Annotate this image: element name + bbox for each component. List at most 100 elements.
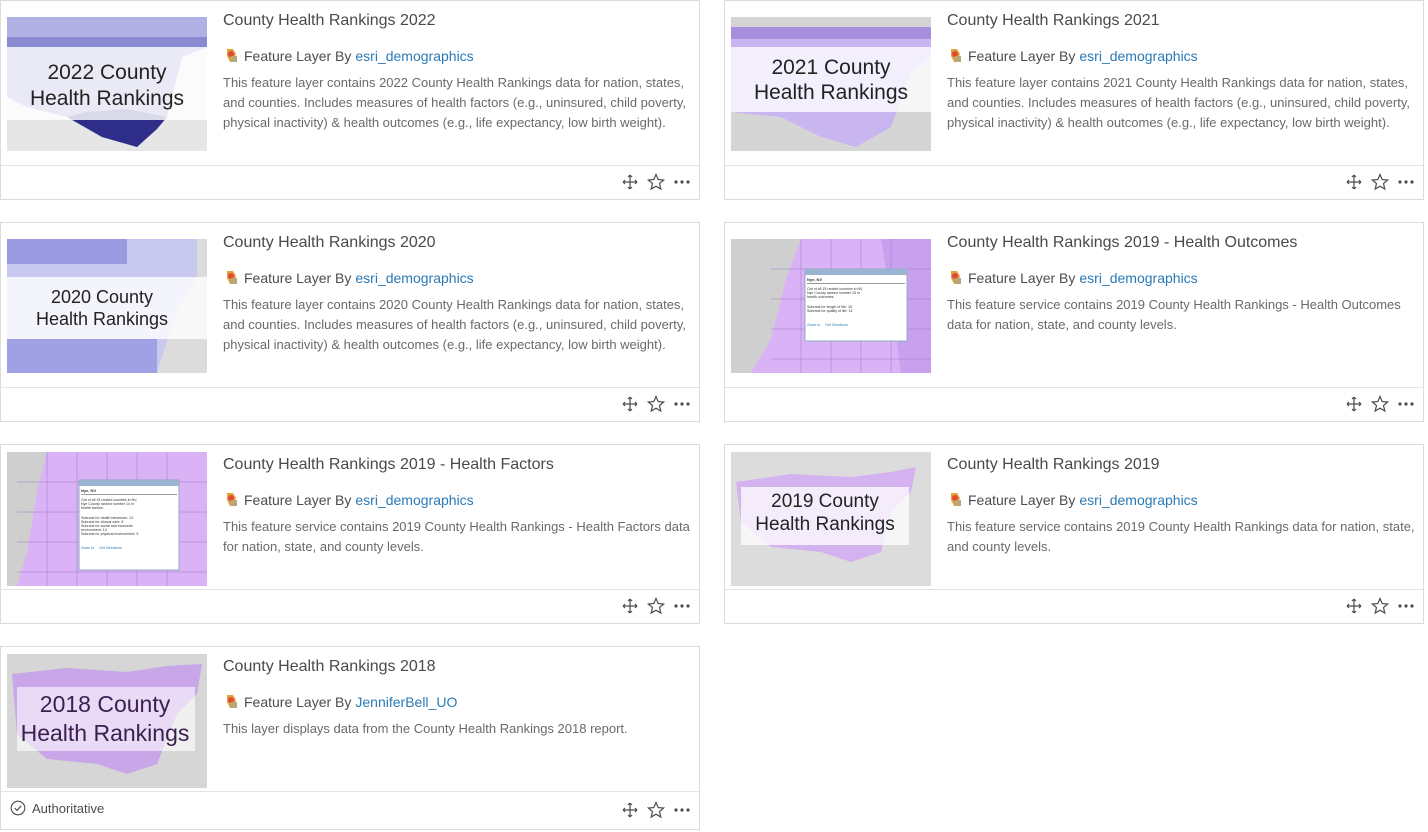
item-type-label: Feature Layer By <box>968 47 1076 64</box>
card-footer <box>1 589 699 623</box>
item-type: Feature Layer By esri_demographics <box>947 269 1198 286</box>
item-thumbnail[interactable]: 2020 County Health Rankings <box>7 239 207 373</box>
owner-link[interactable]: esri_demographics <box>355 492 473 508</box>
item-description: This feature layer contains 2020 County … <box>223 297 686 352</box>
item-type: Feature Layer By esri_demographics <box>947 491 1198 508</box>
item-type-label: Feature Layer By <box>968 269 1076 286</box>
owner-link[interactable]: esri_demographics <box>1079 48 1197 64</box>
owner-link[interactable]: esri_demographics <box>355 48 473 64</box>
map-popup: Nye, NV Out of all 15 ranked counties in… <box>807 277 905 327</box>
card-footer <box>725 589 1423 623</box>
popup-directions-link[interactable]: Get Directions <box>825 323 848 327</box>
item-title[interactable]: County Health Rankings 2019 - Health Fac… <box>223 456 554 474</box>
thumb-text: Health Rankings <box>754 81 908 104</box>
item-title[interactable]: County Health Rankings 2018 <box>223 658 436 676</box>
feature-layer-icon <box>223 269 240 286</box>
check-circle-icon <box>10 800 26 816</box>
move-icon[interactable] <box>1345 173 1363 191</box>
move-icon[interactable] <box>1345 395 1363 413</box>
thumb-text: 2018 County <box>40 691 171 717</box>
item-thumbnail[interactable]: 2019 County Health Rankings <box>731 452 931 586</box>
authoritative-badge: Authoritative <box>10 800 104 816</box>
thumb-text: Health Rankings <box>755 514 894 535</box>
item-title[interactable]: County Health Rankings 2020 <box>223 234 436 252</box>
thumb-text: Health Rankings <box>21 720 190 746</box>
owner-link[interactable]: esri_demographics <box>355 270 473 286</box>
item-description: This feature service contains 2019 Count… <box>947 297 1401 332</box>
feature-layer-icon <box>947 491 964 508</box>
move-icon[interactable] <box>621 597 639 615</box>
item-title[interactable]: County Health Rankings 2019 <box>947 456 1160 474</box>
feature-layer-icon <box>223 693 240 710</box>
badge-label: Authoritative <box>32 800 105 816</box>
item-type: Feature Layer By esri_demographics <box>947 47 1198 64</box>
thumb-text: 2021 County <box>771 56 891 79</box>
star-icon[interactable] <box>647 597 665 615</box>
star-icon[interactable] <box>647 801 665 819</box>
star-icon[interactable] <box>647 173 665 191</box>
more-icon[interactable] <box>673 173 691 191</box>
star-icon[interactable] <box>1371 173 1389 191</box>
popup-directions-link[interactable]: Get Directions <box>99 546 122 550</box>
item-title[interactable]: County Health Rankings 2022 <box>223 12 436 30</box>
item-card: 2018 County Health Rankings County Healt… <box>0 646 700 830</box>
more-icon[interactable] <box>673 801 691 819</box>
item-title[interactable]: County Health Rankings 2019 - Health Out… <box>947 234 1297 252</box>
item-type-label: Feature Layer By <box>244 491 352 508</box>
item-card: Nye, NV Out of all 15 ranked counties in… <box>0 444 700 624</box>
move-icon[interactable] <box>1345 597 1363 615</box>
owner-link[interactable]: esri_demographics <box>1079 492 1197 508</box>
popup-heading: Nye, NV <box>81 488 177 495</box>
feature-layer-icon <box>947 269 964 286</box>
item-title[interactable]: County Health Rankings 2021 <box>947 12 1160 30</box>
star-icon[interactable] <box>1371 395 1389 413</box>
item-type: Feature Layer By esri_demographics <box>223 269 474 286</box>
feature-layer-icon <box>947 47 964 64</box>
item-thumbnail[interactable]: 2018 County Health Rankings <box>7 654 207 788</box>
item-type: Feature Layer By esri_demographics <box>223 47 474 64</box>
feature-layer-icon <box>223 47 240 64</box>
item-description: This layer displays data from the County… <box>223 721 628 736</box>
item-card: Nye, NV Out of all 15 ranked counties in… <box>724 222 1424 422</box>
item-type: Feature Layer By esri_demographics <box>223 491 474 508</box>
item-thumbnail[interactable]: 2022 County Health Rankings <box>7 17 207 151</box>
star-icon[interactable] <box>1371 597 1389 615</box>
map-popup: Nye, NV Out of all 15 ranked counties in… <box>81 488 177 550</box>
item-card: 2019 County Health Rankings County Healt… <box>724 444 1424 624</box>
more-icon[interactable] <box>1397 173 1415 191</box>
item-type-label: Feature Layer By <box>244 693 352 710</box>
popup-zoom-link[interactable]: Zoom to <box>81 546 94 550</box>
star-icon[interactable] <box>647 395 665 413</box>
move-icon[interactable] <box>621 395 639 413</box>
item-card: 2021 County Health Rankings County Healt… <box>724 0 1424 200</box>
move-icon[interactable] <box>621 173 639 191</box>
item-thumbnail[interactable]: Nye, NV Out of all 15 ranked counties in… <box>731 239 931 373</box>
card-footer <box>1 387 699 421</box>
thumb-text: 2020 County <box>51 287 153 307</box>
item-type: Feature Layer By JenniferBell_UO <box>223 693 457 710</box>
more-icon[interactable] <box>673 597 691 615</box>
owner-link[interactable]: JenniferBell_UO <box>355 694 457 710</box>
popup-line: Subrank for quality of life: 14 <box>807 309 853 313</box>
popup-line: Subrank for physical environment: 9 <box>81 532 139 536</box>
feature-layer-icon <box>223 491 240 508</box>
item-thumbnail[interactable]: 2021 County Health Rankings <box>731 17 931 151</box>
thumb-text: Health Rankings <box>36 309 168 329</box>
popup-zoom-link[interactable]: Zoom to <box>807 323 820 327</box>
item-thumbnail[interactable]: Nye, NV Out of all 15 ranked counties in… <box>7 452 207 586</box>
more-icon[interactable] <box>1397 395 1415 413</box>
card-footer <box>725 165 1423 199</box>
item-description: This feature layer contains 2022 County … <box>223 75 686 130</box>
item-card: 2020 County Health Rankings County Healt… <box>0 222 700 422</box>
card-footer: Authoritative <box>1 791 699 829</box>
item-type-label: Feature Layer By <box>244 269 352 286</box>
more-icon[interactable] <box>673 395 691 413</box>
item-type-label: Feature Layer By <box>244 47 352 64</box>
popup-heading: Nye, NV <box>807 277 905 284</box>
item-card: 2022 County Health Rankings County Healt… <box>0 0 700 200</box>
move-icon[interactable] <box>621 801 639 819</box>
popup-line: health outcomes. <box>807 295 835 299</box>
more-icon[interactable] <box>1397 597 1415 615</box>
item-description: This feature service contains 2019 Count… <box>223 519 690 554</box>
owner-link[interactable]: esri_demographics <box>1079 270 1197 286</box>
